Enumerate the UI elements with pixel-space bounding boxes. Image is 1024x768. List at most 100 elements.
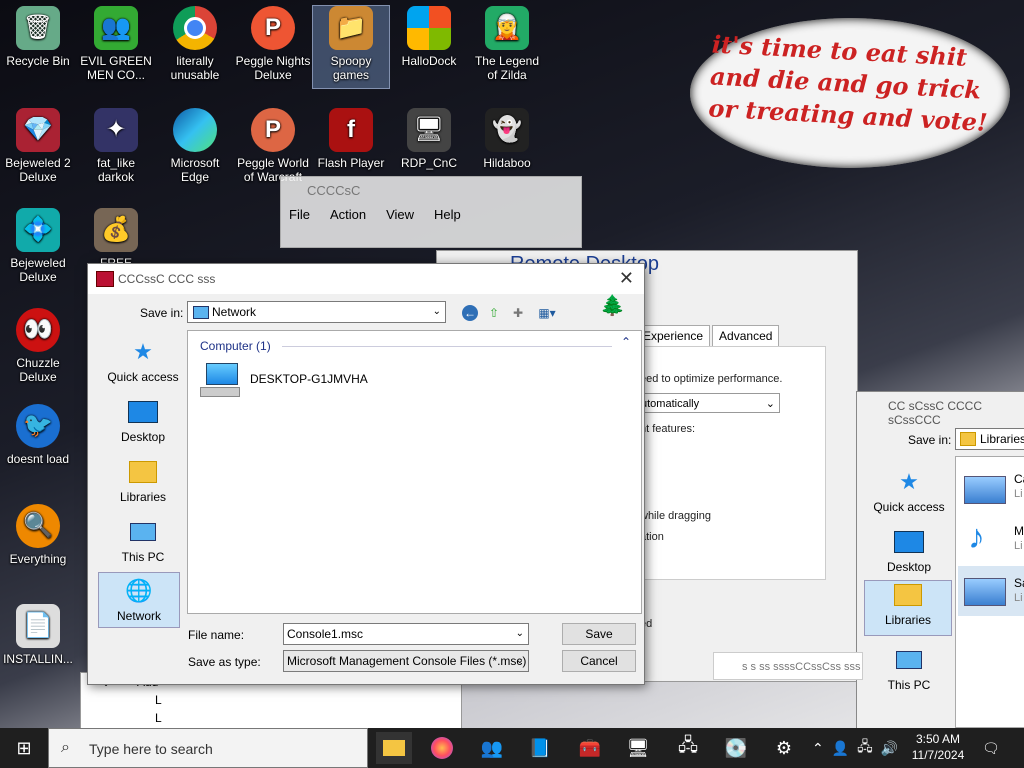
new-folder-icon[interactable]: ✚	[510, 305, 526, 321]
menu-help[interactable]: Help	[434, 207, 461, 222]
place-libraries[interactable]: Libraries	[864, 580, 952, 636]
taskbar-app-book[interactable]: 📘	[522, 732, 558, 764]
desktop-icon-legend-of-zilda[interactable]: 🧝 The Legend of Zilda	[469, 6, 545, 82]
tab-experience[interactable]: Experience	[636, 325, 711, 347]
notification-icon[interactable]: 🗨	[982, 740, 1000, 757]
desktop-icon-peggle-world[interactable]: P Peggle World of Warcraft	[235, 108, 311, 184]
tree-subitem[interactable]: L	[155, 711, 162, 725]
place-desktop[interactable]: Desktop	[866, 528, 952, 574]
desktop-icon-chuzzle[interactable]: 👀 Chuzzle Deluxe	[0, 308, 76, 384]
everything-icon: 🔍	[16, 504, 60, 548]
taskbar-drives[interactable]: 💽	[718, 732, 754, 764]
desktop-icon-everything[interactable]: 🔍 Everything	[0, 504, 76, 566]
desktop-icon-bejeweled2[interactable]: 💎 Bejeweled 2 Deluxe	[0, 108, 76, 184]
people-icon[interactable]: 👤	[832, 740, 849, 757]
desktop-icon-rdp-cnc[interactable]: 🖥 RDP_CnC	[391, 108, 467, 170]
save-in-select[interactable]: Network ⌄	[187, 301, 446, 323]
taskbar-network[interactable]: 🖧	[670, 732, 706, 764]
place-label: Libraries	[884, 613, 932, 627]
desktop-icon-bejeweled[interactable]: 💠 Bejeweled Deluxe	[0, 208, 76, 284]
desktop-icon-installer[interactable]: 📄 INSTALLIN...	[0, 604, 76, 666]
desktop-icon-label: Hildaboo	[483, 156, 531, 170]
back-icon[interactable]: ←	[462, 305, 478, 321]
glitch-input-box: s s ss ssssCCssCss sss	[713, 652, 863, 680]
desktop-icon-free[interactable]: 💰 FREE	[78, 208, 154, 270]
desktop-icon-fat-like-darkok[interactable]: ✦ fat_like darkok	[78, 108, 154, 184]
taskbar-firefox[interactable]	[424, 732, 460, 764]
tab-advanced[interactable]: Advanced	[712, 325, 780, 347]
place-this-pc[interactable]: This PC	[100, 518, 186, 564]
place-quick-access[interactable]: ★ Quick access	[866, 468, 952, 514]
taskbar-settings[interactable]: ⚙	[766, 732, 802, 764]
library-item-music[interactable]: ♪ M Li	[962, 518, 1024, 558]
taskbar-file-explorer[interactable]	[376, 732, 412, 764]
taskbar-green-men[interactable]: 👥	[474, 732, 510, 764]
chevron-up-icon[interactable]: ⌃	[621, 335, 631, 349]
group-header: Computer (1)	[200, 339, 271, 353]
rdp-connection-select[interactable]: utomatically ⌄	[636, 393, 780, 413]
place-this-pc[interactable]: This PC	[866, 646, 952, 692]
desktop-icon-flash-player[interactable]: f Flash Player	[313, 108, 389, 170]
start-button[interactable]: ⊞	[0, 728, 48, 768]
place-libraries[interactable]: Libraries	[100, 458, 186, 504]
library-item-camera-roll[interactable]: Ca Li	[962, 472, 1024, 504]
drive-icon: 💽	[724, 737, 748, 758]
desktop-icon-spoopy-games[interactable]: 📁 Spoopy games	[312, 5, 390, 89]
windows-logo-icon: ⊞	[16, 737, 32, 758]
toolbox-icon: 🧰	[578, 737, 602, 758]
save-in-value: Network	[212, 305, 257, 319]
desktop-icon-peggle-nights[interactable]: P Peggle Nights Deluxe	[235, 6, 311, 82]
place-quick-access[interactable]: ★ Quick access	[100, 338, 186, 384]
this-pc-icon	[127, 518, 159, 546]
library-item-saved-pictures[interactable]: Sa Li	[958, 566, 1024, 616]
desktop-icon-hildaboo[interactable]: 👻 Hildaboo	[469, 108, 545, 170]
taskbar-clock[interactable]: 3:50 AM 11/7/2024	[906, 731, 970, 763]
view-menu-icon[interactable]: ▦▾	[534, 305, 560, 321]
star-icon: ★	[133, 339, 153, 364]
desktop-icon-edge[interactable]: Microsoft Edge	[157, 108, 233, 184]
up-folder-icon[interactable]: ⇧	[486, 305, 502, 321]
thunderbird-icon: 🐦	[16, 404, 60, 448]
desktop-icon-hallodock[interactable]: HalloDock	[391, 6, 467, 68]
desktop-icon-label: fat_like darkok	[96, 156, 136, 184]
file-name-input[interactable]: Console1.msc ⌄	[283, 623, 529, 645]
book-icon: 📘	[528, 737, 552, 758]
desktop-icon-chrome[interactable]: literally unusable	[157, 6, 233, 82]
place-label: This PC	[121, 550, 165, 564]
places-bar: ★ Quick access Desktop Libraries This PC…	[98, 330, 180, 630]
desktop-icon-recycle-bin[interactable]: 🗑 Recycle Bin	[0, 6, 76, 68]
file-list: Computer (1) ⌃ DESKTOP-G1JMVHA	[187, 330, 642, 614]
menu-view[interactable]: View	[386, 207, 414, 222]
network-icon[interactable]: 🖧	[857, 736, 873, 760]
rdp-select-value: utomatically	[641, 398, 700, 410]
library-item-label: M	[1014, 524, 1024, 538]
taskbar-search[interactable]: ⌕ Type here to search	[48, 728, 368, 768]
desktop-icon-green-men[interactable]: 👥 EVIL GREEN MEN CO...	[78, 6, 154, 82]
place-desktop[interactable]: Desktop	[100, 398, 186, 444]
close-icon[interactable]: ✕	[619, 268, 634, 289]
desktop-icon-label: EVIL GREEN MEN CO...	[80, 54, 152, 82]
computer-item[interactable]: DESKTOP-G1JMVHA	[200, 361, 368, 397]
cancel-button[interactable]: Cancel	[562, 650, 636, 672]
network-globe-icon: 🌐	[125, 578, 153, 603]
taskbar-app-red[interactable]: 🧰	[572, 732, 608, 764]
green-men-icon: 👥	[480, 737, 504, 758]
chevron-up-icon[interactable]: ⌃	[812, 740, 824, 757]
save-button[interactable]: Save	[562, 623, 636, 645]
network-icon	[193, 306, 209, 319]
tree-subitem[interactable]: L	[155, 693, 162, 707]
save-in-value: Libraries	[980, 432, 1024, 446]
zelda-icon: 🧝	[485, 6, 529, 50]
menu-file[interactable]: File	[289, 207, 310, 222]
place-network[interactable]: 🌐 Network	[98, 572, 180, 628]
volume-icon[interactable]: 🔊	[881, 740, 898, 757]
place-label: Desktop	[886, 560, 932, 574]
taskbar-rdp[interactable]: 🖥	[620, 732, 656, 764]
desktop-icon-doesnt-load[interactable]: 🐦 doesnt load	[0, 404, 76, 466]
flash-icon: f	[329, 108, 373, 152]
desktop-icon-label: INSTALLIN...	[3, 652, 73, 666]
save-in-select[interactable]: Libraries	[955, 428, 1024, 450]
save-as-type-select[interactable]: Microsoft Management Console Files (*.ms…	[283, 650, 529, 672]
menu-action[interactable]: Action	[330, 207, 366, 222]
windows-logo-icon	[407, 6, 451, 50]
